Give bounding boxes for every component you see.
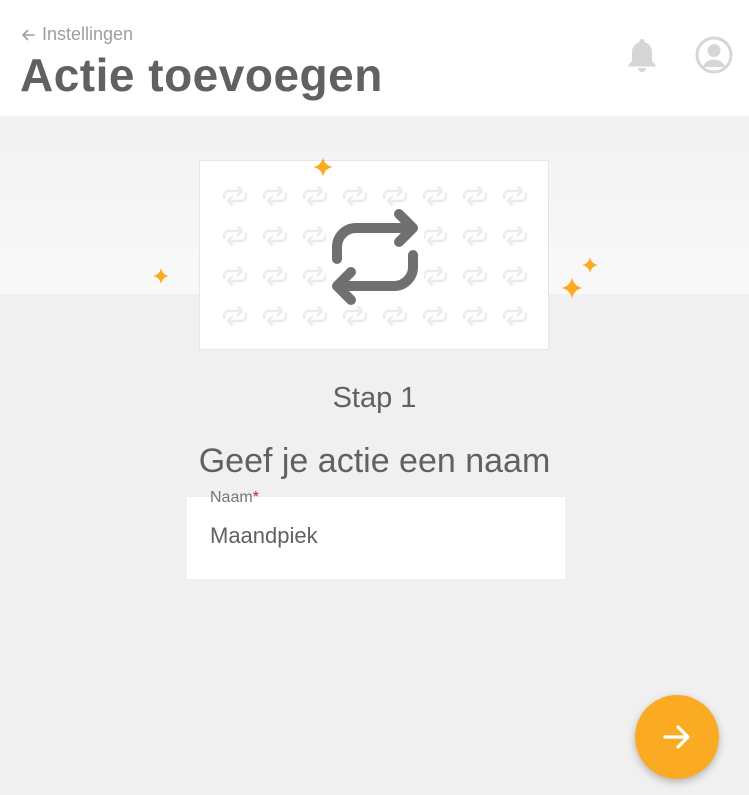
next-button[interactable] [635,695,719,779]
step-indicator: Stap 1 [332,382,417,414]
repeat-icon [326,209,424,305]
illustration-card [199,160,549,350]
user-circle-icon[interactable] [694,35,734,75]
back-link-label: Instellingen [42,24,134,44]
arrow-right-icon [663,725,690,749]
sparkle-icon [561,277,583,299]
arrow-left-icon [22,29,35,40]
back-link[interactable]: Instellingen [20,24,133,45]
bell-icon[interactable] [624,36,660,74]
sparkle-icon [581,256,599,274]
name-input[interactable] [210,523,540,549]
step-question: Geef je actie een naam [198,442,551,480]
required-mark: * [252,489,259,506]
name-field-label: Naam* [210,489,259,507]
page-title: Actie toevoegen [20,49,383,101]
name-field-label-text: Naam [210,489,253,506]
app-header: Instellingen Actie toevoegen [0,0,749,116]
sparkle-icon [152,267,170,285]
sparkle-icon [313,157,333,177]
name-field[interactable]: Naam* [187,489,565,579]
